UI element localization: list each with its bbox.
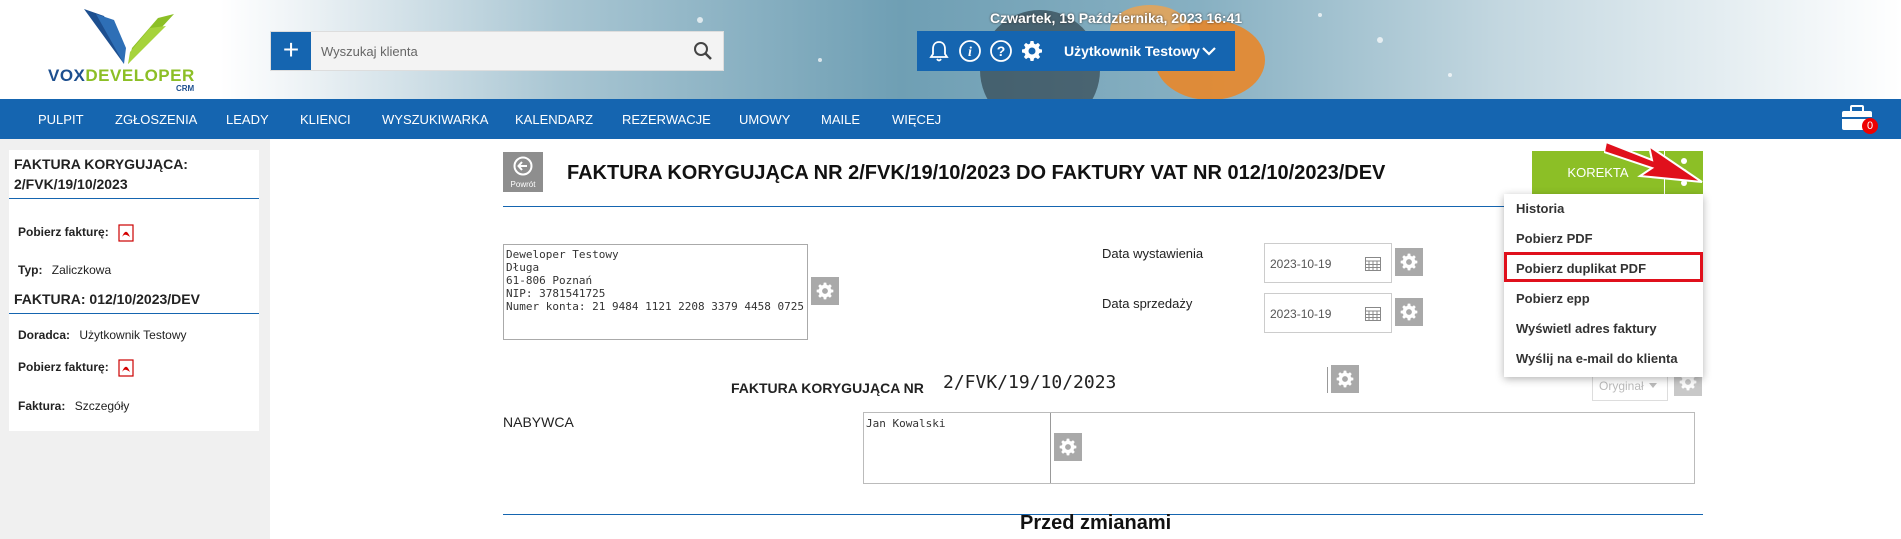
sale-date-label: Data sprzedaży <box>1102 296 1193 311</box>
plus-icon: + <box>282 34 300 65</box>
before-changes-heading: Przed zmianami <box>1020 512 1172 534</box>
menu-item-wyslij-email[interactable]: Wyślij na e-mail do klienta <box>1516 351 1678 366</box>
arrow-left-icon <box>513 156 533 176</box>
current-datetime: Czwartek, 19 Października, 2023 16:41 <box>990 10 1243 26</box>
nav-item-pulpit[interactable]: PULPIT <box>38 112 84 127</box>
page-title: FAKTURA KORYGUJĄCA NR 2/FVK/19/10/2023 D… <box>567 162 1386 184</box>
buyer-box[interactable]: Jan Kowalski <box>863 412 1695 484</box>
issue-date-settings-button[interactable] <box>1395 248 1423 276</box>
nav-item-umowy[interactable]: UMOWY <box>739 112 790 127</box>
info-icon[interactable]: i <box>958 39 982 63</box>
correction-download-row: Pobierz fakturę: <box>18 224 134 242</box>
calendar-icon <box>1365 307 1381 321</box>
dropdown-arrow-icon <box>1649 383 1657 388</box>
issue-date-label: Data wystawienia <box>1102 246 1204 261</box>
header: VOXDEVELOPER CRM + Czwartek, 19 Paździer… <box>0 0 1901 99</box>
nav-item-rezerwacje[interactable]: REZERWACJE <box>622 112 711 127</box>
add-new-button[interactable]: + <box>271 32 311 70</box>
seller-address[interactable]: Deweloper Testowy Długa 61-806 Poznań NI… <box>503 244 808 340</box>
menu-item-wyswietl-adres[interactable]: Wyświetl adres faktury <box>1516 321 1657 336</box>
voxdeveloper-logo[interactable]: VOXDEVELOPER CRM <box>36 4 216 94</box>
invoice-details-label: Faktura: <box>18 399 66 413</box>
more-actions-menu: Historia Pobierz PDF Pobierz duplikat PD… <box>1504 194 1703 377</box>
invoice-heading: FAKTURA: 012/10/2023/DEV <box>9 285 259 314</box>
advisor-row: Doradca: Użytkownik Testowy <box>18 328 187 342</box>
nav-item-klienci[interactable]: KLIENCI <box>300 112 351 127</box>
advisor-label: Doradca: <box>18 328 71 342</box>
buyer-settings-button[interactable] <box>1054 433 1082 461</box>
nav-item-maile[interactable]: MAILE <box>821 112 860 127</box>
gear-icon <box>1400 253 1418 271</box>
invoice-download-row: Pobierz fakturę: <box>18 359 134 377</box>
logo-subtitle: CRM <box>176 84 195 93</box>
svg-text:?: ? <box>997 43 1006 59</box>
basket-button[interactable]: 0 <box>1840 104 1880 136</box>
correction-type-value: Zaliczkowa <box>51 263 112 277</box>
client-search: + <box>270 31 724 71</box>
pdf-icon[interactable] <box>118 224 134 242</box>
seller-line: Długa <box>506 261 540 274</box>
pdf-icon[interactable] <box>118 359 134 377</box>
seller-line: 61-806 Poznań <box>506 274 593 287</box>
bell-icon[interactable] <box>927 39 951 63</box>
sale-date-settings-button[interactable] <box>1395 298 1423 326</box>
advisor-value: Użytkownik Testowy <box>79 328 187 342</box>
seller-line: Deweloper Testowy <box>506 248 619 261</box>
correction-number-settings-button[interactable] <box>1331 365 1359 393</box>
issue-date-field[interactable]: 2023-10-19 <box>1264 243 1392 283</box>
field-separator <box>1327 367 1328 393</box>
basket-count-badge: 0 <box>1862 118 1878 134</box>
copy-type-value: Oryginał <box>1599 379 1644 393</box>
gear-icon <box>816 282 834 300</box>
sale-date-value: 2023-10-19 <box>1270 307 1332 321</box>
sidebar-details-panel: FAKTURA KORYGUJĄCA: 2/FVK/19/10/2023 Pob… <box>9 150 259 431</box>
correction-number-value[interactable]: 2/FVK/19/10/2023 <box>943 372 1116 393</box>
menu-item-pobierz-epp[interactable]: Pobierz epp <box>1516 291 1590 306</box>
gear-icon <box>1400 303 1418 321</box>
menu-item-pobierz-duplikat-pdf[interactable]: Pobierz duplikat PDF <box>1516 261 1646 276</box>
menu-item-historia[interactable]: Historia <box>1516 201 1564 216</box>
correction-number-label: FAKTURA KORYGUJĄCA NR <box>731 380 924 396</box>
nav-item-leady[interactable]: LEADY <box>226 112 269 127</box>
buyer-label: NABYWCA <box>503 414 574 430</box>
seller-line: NIP: 3781541725 <box>506 287 606 300</box>
seller-line: Numer konta: 21 9484 1121 2208 3379 4458… <box>506 300 805 313</box>
calendar-icon <box>1365 257 1381 271</box>
gear-icon <box>1059 438 1077 456</box>
logo-wordmark: VOXDEVELOPER <box>48 66 195 85</box>
sale-date-field[interactable]: 2023-10-19 <box>1264 293 1392 333</box>
correction-type-row: Typ: Zaliczkowa <box>18 263 111 277</box>
invoice-details-link[interactable]: Szczegóły <box>75 399 130 413</box>
user-name[interactable]: Użytkownik Testowy <box>1064 43 1200 59</box>
menu-item-pobierz-pdf[interactable]: Pobierz PDF <box>1516 231 1593 246</box>
seller-settings-button[interactable] <box>811 277 839 305</box>
search-input[interactable] <box>319 40 649 62</box>
nav-item-wiecej[interactable]: WIĘCEJ <box>892 112 941 127</box>
buyer-name: Jan Kowalski <box>866 417 946 430</box>
issue-date-value: 2023-10-19 <box>1270 257 1332 271</box>
user-toolbar: i ? Użytkownik Testowy <box>917 31 1235 71</box>
nav-item-kalendarz[interactable]: KALENDARZ <box>515 112 593 127</box>
correction-download-label: Pobierz fakturę: <box>18 225 109 240</box>
sidebar: FAKTURA KORYGUJĄCA: 2/FVK/19/10/2023 Pob… <box>0 139 270 539</box>
invoice-download-label: Pobierz fakturę: <box>18 360 109 375</box>
gear-icon <box>1336 370 1354 388</box>
svg-text:i: i <box>968 45 972 60</box>
buyer-separator <box>1050 413 1051 483</box>
help-icon[interactable]: ? <box>989 39 1013 63</box>
back-button[interactable]: Powrót <box>503 152 543 192</box>
invoice-details-row: Faktura: Szczegóły <box>18 399 129 413</box>
search-icon[interactable] <box>693 41 713 61</box>
red-arrow-annotation <box>1604 140 1703 183</box>
wings-logo-icon <box>84 9 174 64</box>
back-label: Powrót <box>510 180 536 189</box>
correction-invoice-heading: FAKTURA KORYGUJĄCA: 2/FVK/19/10/2023 <box>9 150 259 199</box>
chevron-down-icon[interactable] <box>1201 43 1217 59</box>
correction-type-label: Typ: <box>18 263 43 277</box>
nav-item-wyszukiwarka[interactable]: WYSZUKIWARKA <box>382 112 488 127</box>
gear-icon[interactable] <box>1020 39 1044 63</box>
nav-item-zgloszenia[interactable]: ZGŁOSZENIA <box>115 112 197 127</box>
